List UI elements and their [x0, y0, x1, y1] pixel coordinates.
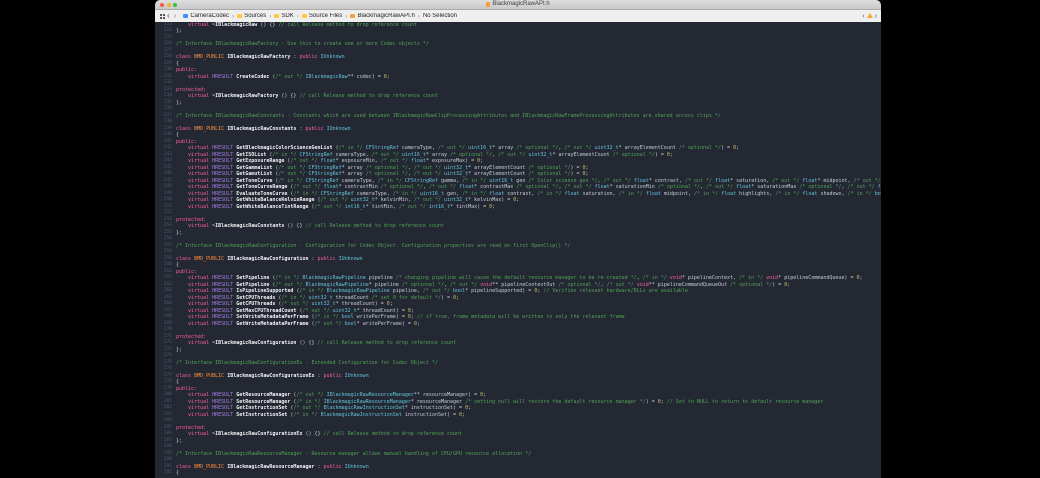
code-line: 292 {: [155, 470, 881, 477]
folder-icon: [274, 13, 280, 19]
breadcrumb-item-label: No Selection: [422, 13, 457, 19]
line-number: 292: [163, 470, 172, 475]
breadcrumb-separator: ›: [269, 12, 272, 20]
breadcrumb-item-label: Source Files: [308, 13, 343, 19]
breadcrumb-item[interactable]: BlackmagicRawAPI.h: [350, 13, 415, 19]
breadcrumb-separator: ›: [345, 12, 348, 20]
folder-icon: [301, 13, 307, 19]
issue-navigator: ‹ ›: [862, 13, 877, 20]
xcode-window: BlackmagicRawAPI.h ‹ › CameraCodec › Sourc…: [155, 0, 881, 478]
code-text: {: [176, 470, 180, 476]
next-issue-button[interactable]: ›: [875, 13, 877, 20]
breadcrumb-item[interactable]: Source Files: [301, 13, 343, 19]
previous-issue-button[interactable]: ‹: [862, 13, 864, 20]
forward-button[interactable]: ›: [172, 12, 179, 20]
breadcrumb-item[interactable]: No Selection: [423, 13, 457, 19]
folder-icon: [237, 13, 243, 19]
window-title-text: BlackmagicRawAPI.h: [492, 1, 550, 7]
project-icon: [183, 13, 189, 19]
breadcrumb-separator: ›: [296, 12, 299, 20]
breadcrumb-item-label: BlackmagicRawAPI.h: [357, 13, 415, 19]
back-button[interactable]: ‹: [165, 12, 172, 20]
breadcrumb-separator: ›: [417, 12, 420, 20]
breadcrumb-item-label: SDK: [281, 13, 294, 19]
related-items-icon[interactable]: [160, 14, 162, 16]
titlebar[interactable]: BlackmagicRawAPI.h: [155, 0, 881, 10]
window-title: BlackmagicRawAPI.h: [155, 1, 881, 8]
breadcrumb-item[interactable]: Sources: [237, 13, 266, 19]
breadcrumb-separator: ›: [232, 12, 235, 20]
breadcrumb-item-label: CameraCodec: [190, 13, 230, 19]
breadcrumb: CameraCodec › Sources › SDK › Source Files › Bla…: [183, 13, 862, 20]
breadcrumb-item[interactable]: CameraCodec: [183, 13, 229, 19]
code-editor[interactable]: 223 virtual ~IBlackmagicRaw () {} // cal…: [155, 21, 881, 478]
breadcrumb-item-label: Sources: [244, 13, 267, 19]
header-file-icon: [350, 13, 356, 19]
warning-icon[interactable]: [866, 13, 873, 18]
document-icon: [486, 2, 491, 7]
breadcrumb-item[interactable]: SDK: [274, 13, 294, 19]
